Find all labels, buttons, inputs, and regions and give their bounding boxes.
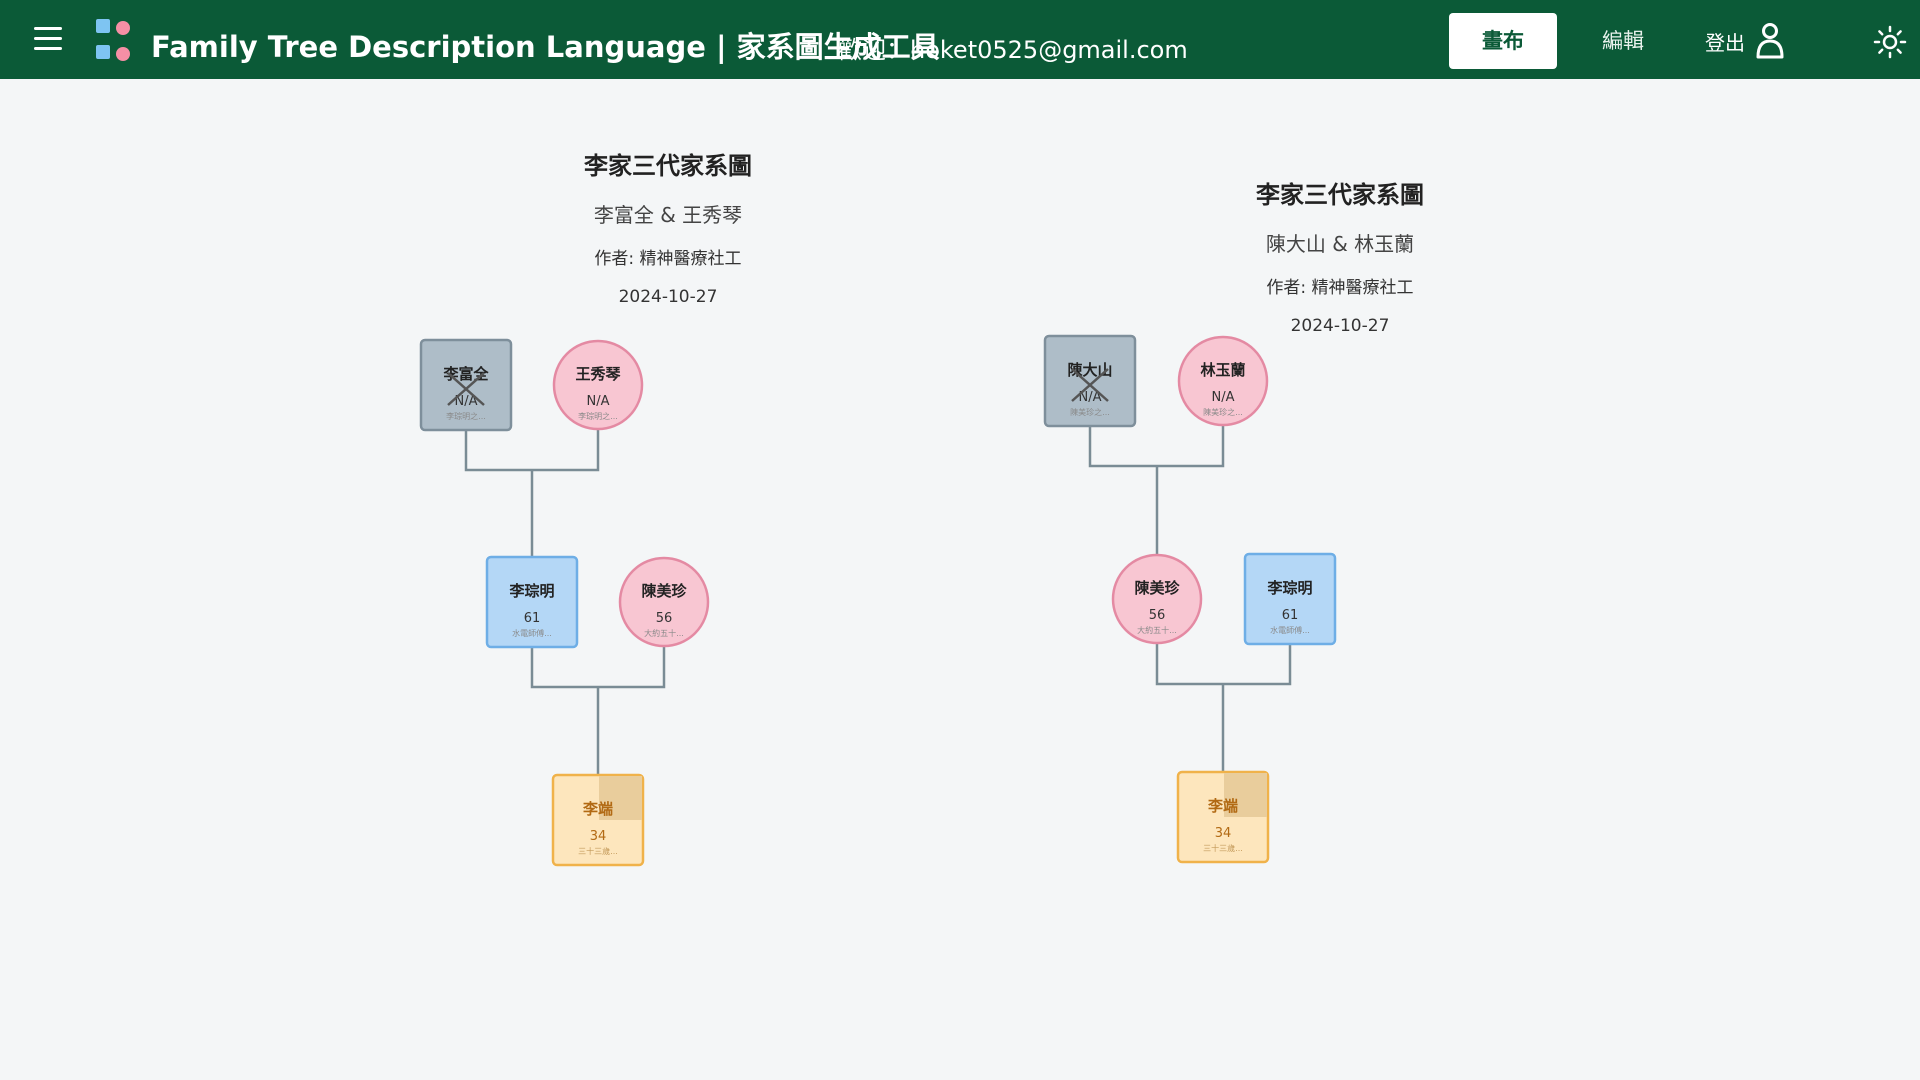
genogram-author: 作者: 精神醫療社工 [594, 249, 741, 269]
genogram-2: 李家三代家系圖 陳大山 & 林玉蘭 作者: 精神醫療社工 2024-10-27 … [1043, 181, 1424, 864]
person-note: 水電師傅... [512, 628, 552, 638]
person-note: 三十三歲... [1203, 843, 1243, 853]
genogram-date: 2024-10-27 [619, 287, 718, 307]
person-name: 李琮明 [1266, 579, 1312, 597]
person-age: 34 [1215, 826, 1232, 841]
person-note: 大約五十... [644, 628, 684, 638]
person-note: 陳美珍之... [1070, 407, 1110, 417]
app-logo-icon [96, 19, 134, 63]
person-node-grandmother[interactable]: 林玉蘭 N/A 陳美珍之... [1177, 335, 1269, 427]
genogram-couple: 李富全 & 王秀琴 [594, 203, 742, 227]
person-note: 陳美珍之... [1203, 407, 1243, 417]
genogram-date: 2024-10-27 [1291, 316, 1390, 336]
person-age: 61 [1282, 608, 1299, 623]
user-icon [1756, 23, 1784, 59]
person-name: 陳美珍 [1134, 579, 1180, 597]
person-node-grandfather[interactable]: 陳大山 N/A 陳美珍之... [1043, 334, 1137, 428]
sun-icon[interactable] [1872, 24, 1908, 60]
person-note: 李琮明之... [578, 411, 618, 421]
person-age: 34 [590, 829, 607, 844]
welcome-text: 歡迎：hoket0525@gmail.com [838, 36, 1188, 64]
logout-label: 登出 [1705, 30, 1745, 55]
person-node-mother[interactable]: 陳美珍 56 大約五十... [618, 556, 710, 648]
tab-edit[interactable]: 編輯 [1568, 13, 1678, 69]
person-name: 李琮明 [508, 582, 554, 600]
person-node-mother[interactable]: 陳美珍 56 大約五十... [1111, 553, 1203, 645]
genogram-couple: 陳大山 & 林玉蘭 [1266, 232, 1414, 256]
person-name: 林玉蘭 [1200, 361, 1245, 379]
person-note: 三十三歲... [578, 846, 618, 856]
person-note: 李琮明之... [446, 411, 486, 421]
person-node-father[interactable]: 李琮明 61 水電師傅... [485, 555, 579, 649]
person-node-grandfather[interactable]: 李富全 N/A 李琮明之... [419, 338, 513, 432]
tab-canvas[interactable]: 畫布 [1449, 13, 1557, 69]
person-age: N/A [587, 394, 610, 409]
person-age: 56 [1149, 608, 1166, 623]
hamburger-menu-icon[interactable] [34, 27, 62, 51]
person-note: 水電師傅... [1270, 625, 1310, 635]
genogram-1: 李家三代家系圖 李富全 & 王秀琴 作者: 精神醫療社工 2024-10-27 … [419, 152, 752, 867]
person-name: 王秀琴 [575, 365, 621, 383]
person-node-child[interactable]: 李端 34 三十三歲... [1176, 770, 1270, 864]
genogram-title: 李家三代家系圖 [1256, 181, 1424, 209]
person-age: N/A [1212, 390, 1235, 405]
person-node-grandmother[interactable]: 王秀琴 N/A 李琮明之... [552, 339, 644, 431]
person-note: 大約五十... [1137, 625, 1177, 635]
logout-button[interactable]: 登出 [1705, 13, 1785, 69]
person-node-child[interactable]: 李端 34 三十三歲... [551, 773, 645, 867]
genogram-title: 李家三代家系圖 [584, 152, 752, 180]
person-age: 61 [524, 611, 541, 626]
person-name: 李端 [1207, 797, 1238, 815]
person-name: 李端 [582, 800, 613, 818]
genogram-author: 作者: 精神醫療社工 [1266, 278, 1413, 298]
genogram-canvas: 李家三代家系圖 李富全 & 王秀琴 作者: 精神醫療社工 2024-10-27 … [419, 152, 1424, 867]
person-name: 陳美珍 [641, 582, 687, 600]
app-title: Family Tree Description Language | 家系圖生成… [151, 30, 940, 64]
person-age: 56 [656, 611, 673, 626]
top-app-bar: Family Tree Description Language | 家系圖生成… [0, 0, 1920, 79]
person-node-father[interactable]: 李琮明 61 水電師傅... [1243, 552, 1337, 646]
